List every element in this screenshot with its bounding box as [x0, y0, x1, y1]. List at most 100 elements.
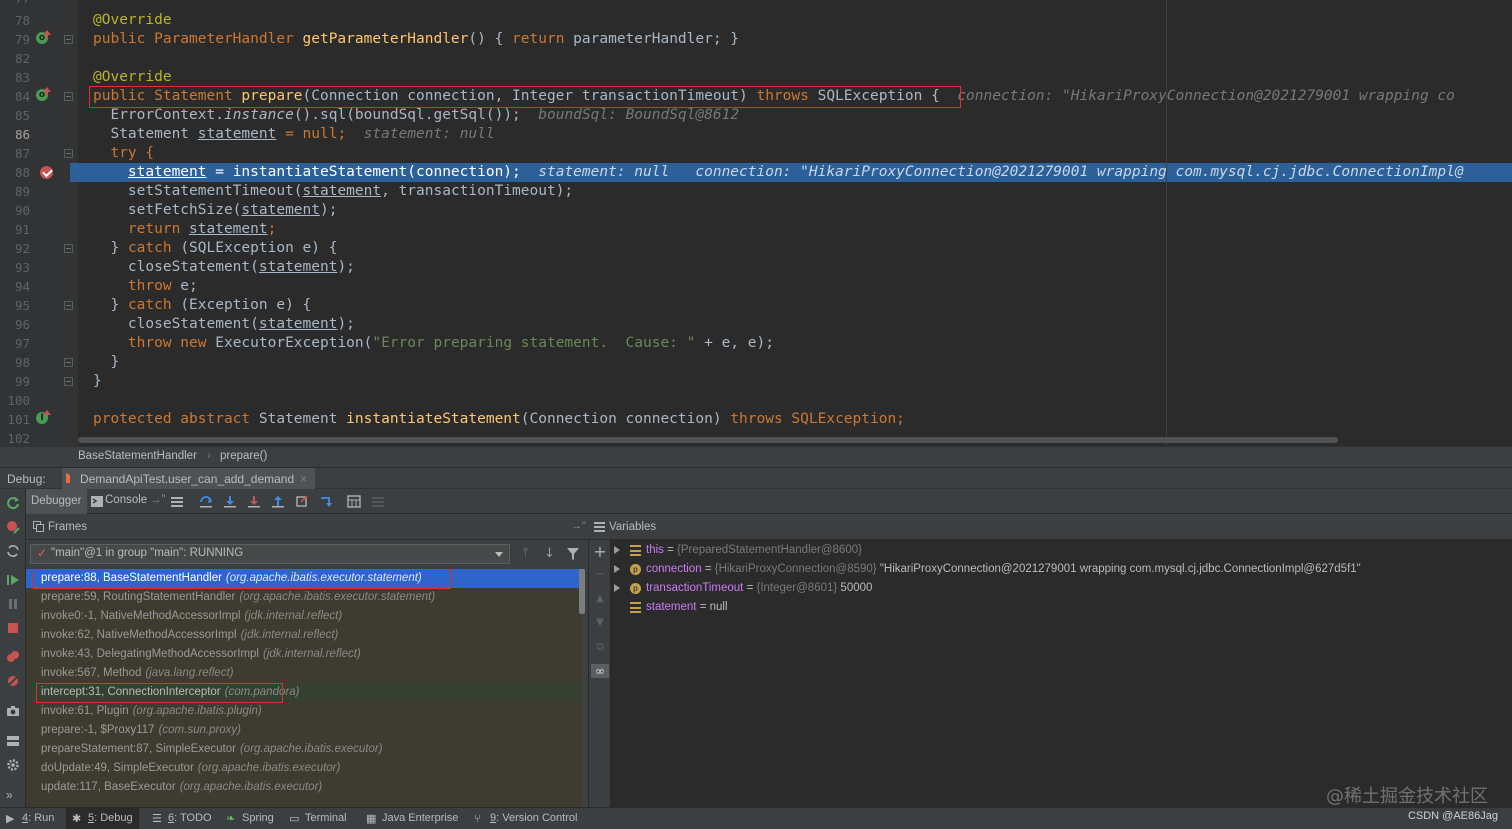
fold-icon[interactable]: [64, 244, 73, 253]
line-number: 89: [14, 184, 30, 199]
more-icon[interactable]: »: [6, 788, 20, 802]
tab-debugger[interactable]: Debugger: [26, 489, 87, 514]
inline-debug-hint: statement: null: [363, 126, 495, 142]
restore-icon[interactable]: →": [571, 520, 586, 532]
frame-row[interactable]: update:117, BaseExecutor (org.apache.ibat…: [26, 778, 582, 797]
breadcrumb-method[interactable]: prepare(): [220, 450, 267, 462]
code-editor[interactable]: 77 78 79o 82 83 84o 85 86 87 88 89 90 91…: [0, 0, 1512, 446]
frames-title: Frames: [48, 521, 87, 533]
stop-icon[interactable]: [6, 621, 20, 635]
step-over-icon[interactable]: [199, 495, 213, 508]
line-number: 88: [14, 165, 30, 180]
tool-java-enterprise[interactable]: ▦ Java Enterprise: [360, 808, 464, 829]
vcs-branch-icon: ⑂: [474, 812, 481, 825]
trace-icon[interactable]: [371, 495, 385, 508]
camera-icon[interactable]: [6, 704, 20, 718]
add-watch-icon[interactable]: +: [593, 544, 607, 560]
tool-run[interactable]: ▶ 4: Run: [0, 808, 60, 829]
tool-version-control[interactable]: ⑂ 9: Version Control: [468, 808, 583, 829]
check-icon: ✓: [37, 546, 48, 560]
filter-icon[interactable]: [567, 548, 579, 560]
debug-session-tab[interactable]: DemandApiTest.user_can_add_demand ×: [62, 468, 316, 489]
fold-icon[interactable]: [64, 358, 73, 367]
frame-row[interactable]: intercept:31, ConnectionInterceptor (com.…: [26, 683, 582, 702]
arrow-up-icon[interactable]: ↑: [520, 546, 531, 561]
expand-icon[interactable]: [614, 584, 620, 592]
show-watches-icon[interactable]: ∞: [591, 664, 609, 678]
line-number: 82: [14, 51, 30, 66]
line-number: 98: [14, 355, 30, 370]
resume-icon[interactable]: [6, 573, 20, 587]
tool-todo[interactable]: ☰ 6: TODO: [146, 808, 218, 829]
drop-frame-icon[interactable]: [295, 495, 309, 508]
horizontal-scrollbar[interactable]: [78, 437, 1338, 443]
frame-row[interactable]: prepare:59, RoutingStatementHandler (org.…: [26, 588, 582, 607]
restore-layout-icon[interactable]: [6, 544, 20, 558]
line-number: 79: [14, 32, 30, 47]
line-number: 101: [7, 412, 30, 427]
fold-icon[interactable]: [64, 149, 73, 158]
copy-icon[interactable]: ⧉: [593, 640, 607, 654]
frame-row[interactable]: prepare:88, BaseStatementHandler (org.apa…: [26, 569, 582, 588]
frames-scrollbar[interactable]: [579, 569, 585, 614]
tool-debug[interactable]: ✱ 5: Debug: [66, 808, 139, 829]
mute-breakpoints-icon[interactable]: [6, 674, 20, 688]
frame-row[interactable]: invoke:61, Plugin (org.apache.ibatis.plug…: [26, 702, 582, 721]
down-arrow-icon: [43, 410, 52, 419]
close-icon[interactable]: ×: [300, 472, 307, 486]
arrow-down-icon[interactable]: ↓: [544, 546, 555, 561]
tool-spring[interactable]: ❧ Spring: [220, 808, 280, 829]
breadcrumb-class[interactable]: BaseStatementHandler: [78, 450, 197, 462]
fold-icon[interactable]: [64, 92, 73, 101]
fold-icon[interactable]: [64, 35, 73, 44]
rerun-icon[interactable]: [6, 496, 20, 510]
fold-icon[interactable]: [64, 377, 73, 386]
step-out-icon[interactable]: [271, 495, 285, 508]
frame-row[interactable]: prepareStatement:87, SimpleExecutor (org.…: [26, 740, 582, 759]
fold-icon[interactable]: [64, 301, 73, 310]
variables-side-toolbar: + − ▲ ▼ ⧉ ∞: [588, 540, 610, 807]
step-into-icon[interactable]: [223, 495, 237, 508]
code-line-83: @Override: [93, 69, 172, 85]
line-number: 92: [14, 241, 30, 256]
frame-list[interactable]: prepare:88, BaseStatementHandler (org.apa…: [26, 569, 586, 807]
line-number: 90: [14, 203, 30, 218]
expand-icon[interactable]: [614, 546, 620, 554]
variables-icon: [594, 522, 605, 532]
line-number: 100: [7, 393, 30, 408]
move-down-icon[interactable]: ▼: [593, 616, 607, 630]
line-number: 96: [14, 317, 30, 332]
run-icon: ▶: [6, 812, 15, 825]
expand-icon[interactable]: [614, 565, 620, 573]
tool-terminal[interactable]: ▭ Terminal: [283, 808, 353, 829]
line-number: 95: [14, 298, 30, 313]
frame-row[interactable]: doUpdate:49, SimpleExecutor (org.apache.i…: [26, 759, 582, 778]
modify-run-config-icon[interactable]: [6, 520, 20, 534]
remove-watch-icon[interactable]: −: [593, 568, 607, 582]
layout-icon[interactable]: [6, 734, 20, 748]
frame-row[interactable]: invoke:567, Method (java.lang.reflect): [26, 664, 582, 683]
run-to-cursor-icon[interactable]: [319, 495, 333, 508]
pause-icon[interactable]: [6, 597, 20, 611]
frame-row[interactable]: invoke:43, DelegatingMethodAccessorImpl(…: [26, 645, 582, 664]
frame-row[interactable]: prepare:-1, $Proxy117 (com.sun.proxy): [26, 721, 582, 740]
settings-icon[interactable]: [6, 758, 20, 772]
view-breakpoints-icon[interactable]: [6, 650, 20, 664]
field-icon: [630, 602, 641, 613]
console-pin-icon[interactable]: →": [150, 494, 166, 506]
frame-row[interactable]: invoke:62, NativeMethodAccessorImpl (jdk.…: [26, 626, 582, 645]
thread-dropdown[interactable]: ✓ "main"@1 in group "main": RUNNING: [30, 544, 510, 564]
move-up-icon[interactable]: ▲: [593, 592, 607, 606]
line-number: 78: [14, 13, 30, 28]
breakpoint-icon[interactable]: [40, 166, 53, 179]
variables-title: Variables: [609, 521, 657, 533]
frame-row-partial[interactable]: [26, 797, 582, 807]
tab-console[interactable]: Console: [105, 494, 147, 506]
watermark: @稀土掘金技术社区: [1326, 786, 1488, 807]
frame-row[interactable]: invoke0:-1, NativeMethodAccessorImpl (jdk…: [26, 607, 582, 626]
show-execution-point-icon[interactable]: [170, 495, 184, 508]
evaluate-expression-icon[interactable]: [347, 495, 361, 508]
force-step-into-icon[interactable]: [247, 495, 261, 508]
code-area[interactable]: @Override public ParameterHandler getPar…: [70, 0, 1512, 446]
editor-gutter[interactable]: 77 78 79o 82 83 84o 85 86 87 88 89 90 91…: [0, 0, 78, 446]
